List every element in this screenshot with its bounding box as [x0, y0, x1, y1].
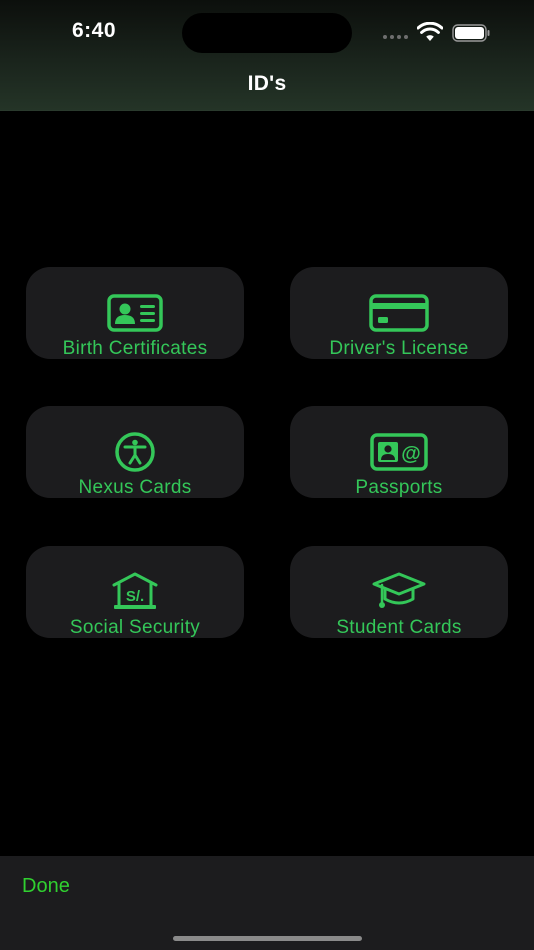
contact-card-at-icon: @: [369, 430, 429, 474]
tile-label: Passports: [355, 477, 443, 498]
wifi-icon: [417, 22, 443, 41]
home-indicator: [173, 936, 362, 941]
tile-student-cards[interactable]: Student Cards: [290, 546, 508, 638]
tile-nexus-cards[interactable]: Nexus Cards: [26, 406, 244, 498]
tile-label: Nexus Cards: [78, 477, 192, 498]
tile-label: Birth Certificates: [62, 338, 208, 359]
tile-drivers-license[interactable]: Driver's License: [290, 267, 508, 359]
tile-label: Driver's License: [329, 338, 469, 359]
battery-icon: [452, 24, 490, 42]
svg-text:@: @: [401, 443, 421, 465]
building-currency-icon: S/.: [105, 570, 165, 614]
tile-birth-certificates[interactable]: Birth Certificates: [26, 267, 244, 359]
done-button[interactable]: Done: [22, 875, 70, 898]
graduation-cap-icon: [369, 570, 429, 614]
person-card-icon: [105, 291, 165, 335]
navigation-header: 6:40 ID's: [0, 0, 534, 111]
page-title: ID's: [247, 72, 287, 95]
credit-card-icon: [369, 291, 429, 335]
screen: 6:40 ID's Birth Certificates Driver's Li…: [0, 0, 534, 950]
tile-label: Student Cards: [336, 617, 462, 638]
tile-social-security[interactable]: S/. Social Security: [26, 546, 244, 638]
dynamic-island: [182, 13, 352, 53]
svg-text:S/.: S/.: [126, 588, 144, 605]
tile-label: Social Security: [69, 617, 201, 638]
status-time: 6:40: [72, 19, 117, 42]
accessibility-icon: [105, 430, 165, 474]
tile-passports[interactable]: @ Passports: [290, 406, 508, 498]
cellular-signal-icon: [383, 35, 408, 39]
